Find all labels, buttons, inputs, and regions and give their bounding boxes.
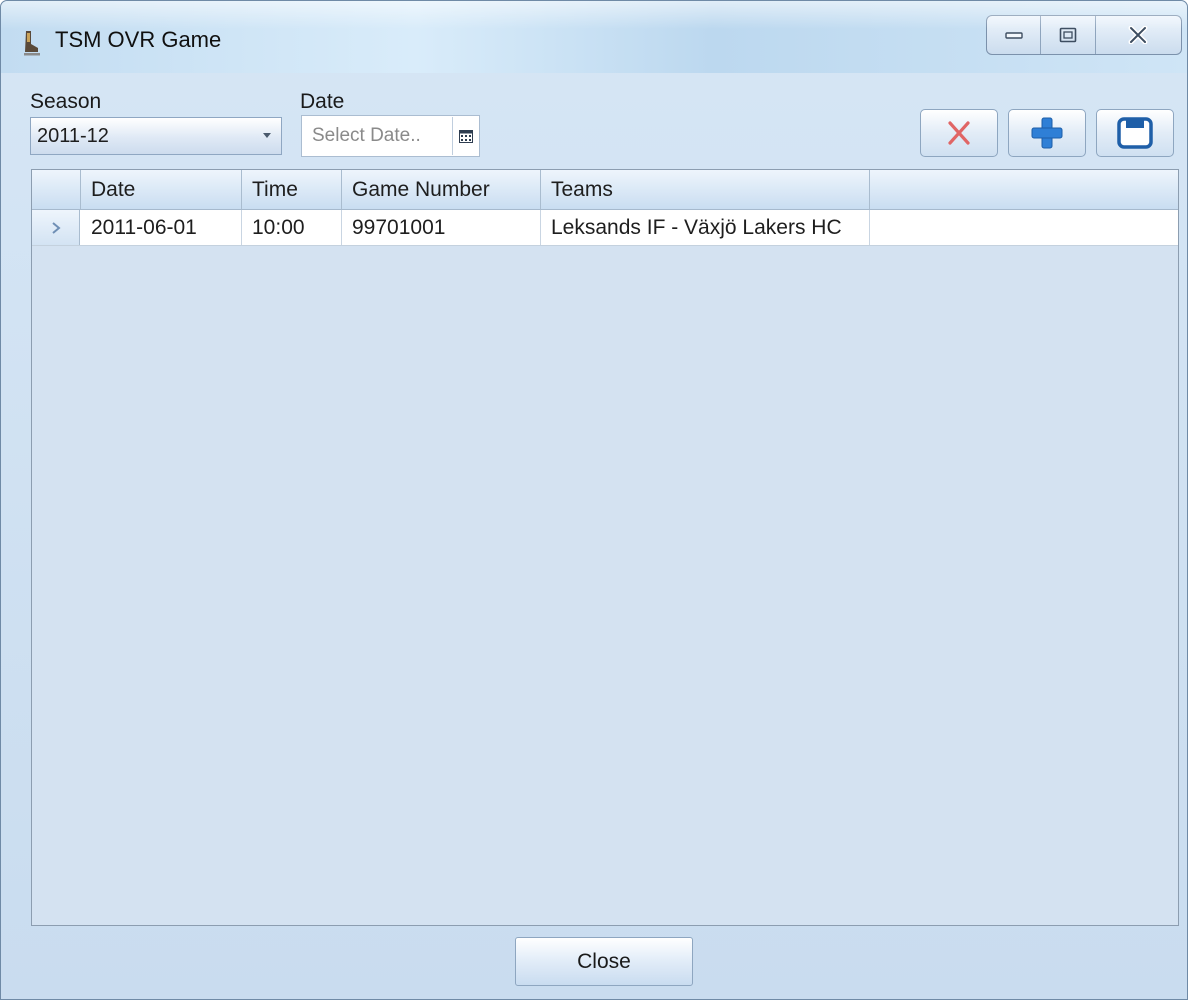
minimize-icon — [1004, 32, 1023, 39]
maximize-button[interactable] — [1041, 16, 1096, 54]
close-button[interactable]: Close — [515, 937, 693, 986]
calendar-button[interactable] — [452, 117, 479, 155]
row-header-spacer — [32, 170, 81, 209]
row-selector[interactable] — [32, 210, 80, 245]
column-header-date[interactable]: Date — [81, 170, 242, 209]
cell-game-number[interactable]: 99701001 — [342, 210, 541, 245]
cell-date[interactable]: 2011-06-01 — [81, 210, 242, 245]
title-bar[interactable]: TSM OVR Game — [1, 1, 1187, 73]
date-picker[interactable]: Select Date.. — [301, 115, 480, 157]
cell-teams[interactable]: Leksands IF - Växjö Lakers HC — [541, 210, 870, 245]
close-icon — [1128, 26, 1148, 44]
window-title: TSM OVR Game — [55, 27, 222, 52]
column-header-filler — [870, 170, 1178, 209]
season-label: Season — [30, 90, 102, 113]
season-value: 2011-12 — [37, 124, 109, 147]
dropdown-arrow-icon — [263, 133, 271, 138]
x-delete-icon — [948, 121, 970, 145]
season-dropdown[interactable]: 2011-12 — [30, 117, 282, 155]
cell-time[interactable]: 10:00 — [242, 210, 342, 245]
column-header-teams[interactable]: Teams — [541, 170, 870, 209]
maximize-icon — [1059, 27, 1077, 43]
table-row[interactable]: 2011-06-01 10:00 99701001 Leksands IF - … — [32, 210, 1178, 246]
column-header-time[interactable]: Time — [242, 170, 342, 209]
delete-button[interactable] — [920, 109, 998, 157]
floppy-save-icon — [1117, 117, 1153, 149]
close-window-button[interactable] — [1096, 16, 1181, 54]
date-label: Date — [300, 90, 345, 113]
skate-icon — [24, 31, 40, 56]
column-header-game-number[interactable]: Game Number — [342, 170, 541, 209]
save-button[interactable] — [1096, 109, 1174, 157]
add-button[interactable] — [1008, 109, 1086, 157]
calendar-icon — [459, 129, 473, 143]
grid-header: Date Time Game Number Teams — [32, 170, 1178, 210]
games-grid[interactable]: Date Time Game Number Teams 2011-06-01 1… — [31, 169, 1179, 926]
tsm-ovr-game-window: TSM OVR Game Season 2011-12 Date Select … — [0, 0, 1188, 1000]
minimize-button[interactable] — [987, 16, 1042, 54]
chevron-right-icon — [51, 221, 61, 234]
plus-add-icon — [1031, 117, 1063, 149]
caption-buttons — [986, 15, 1182, 55]
date-input[interactable]: Select Date.. — [302, 125, 452, 147]
